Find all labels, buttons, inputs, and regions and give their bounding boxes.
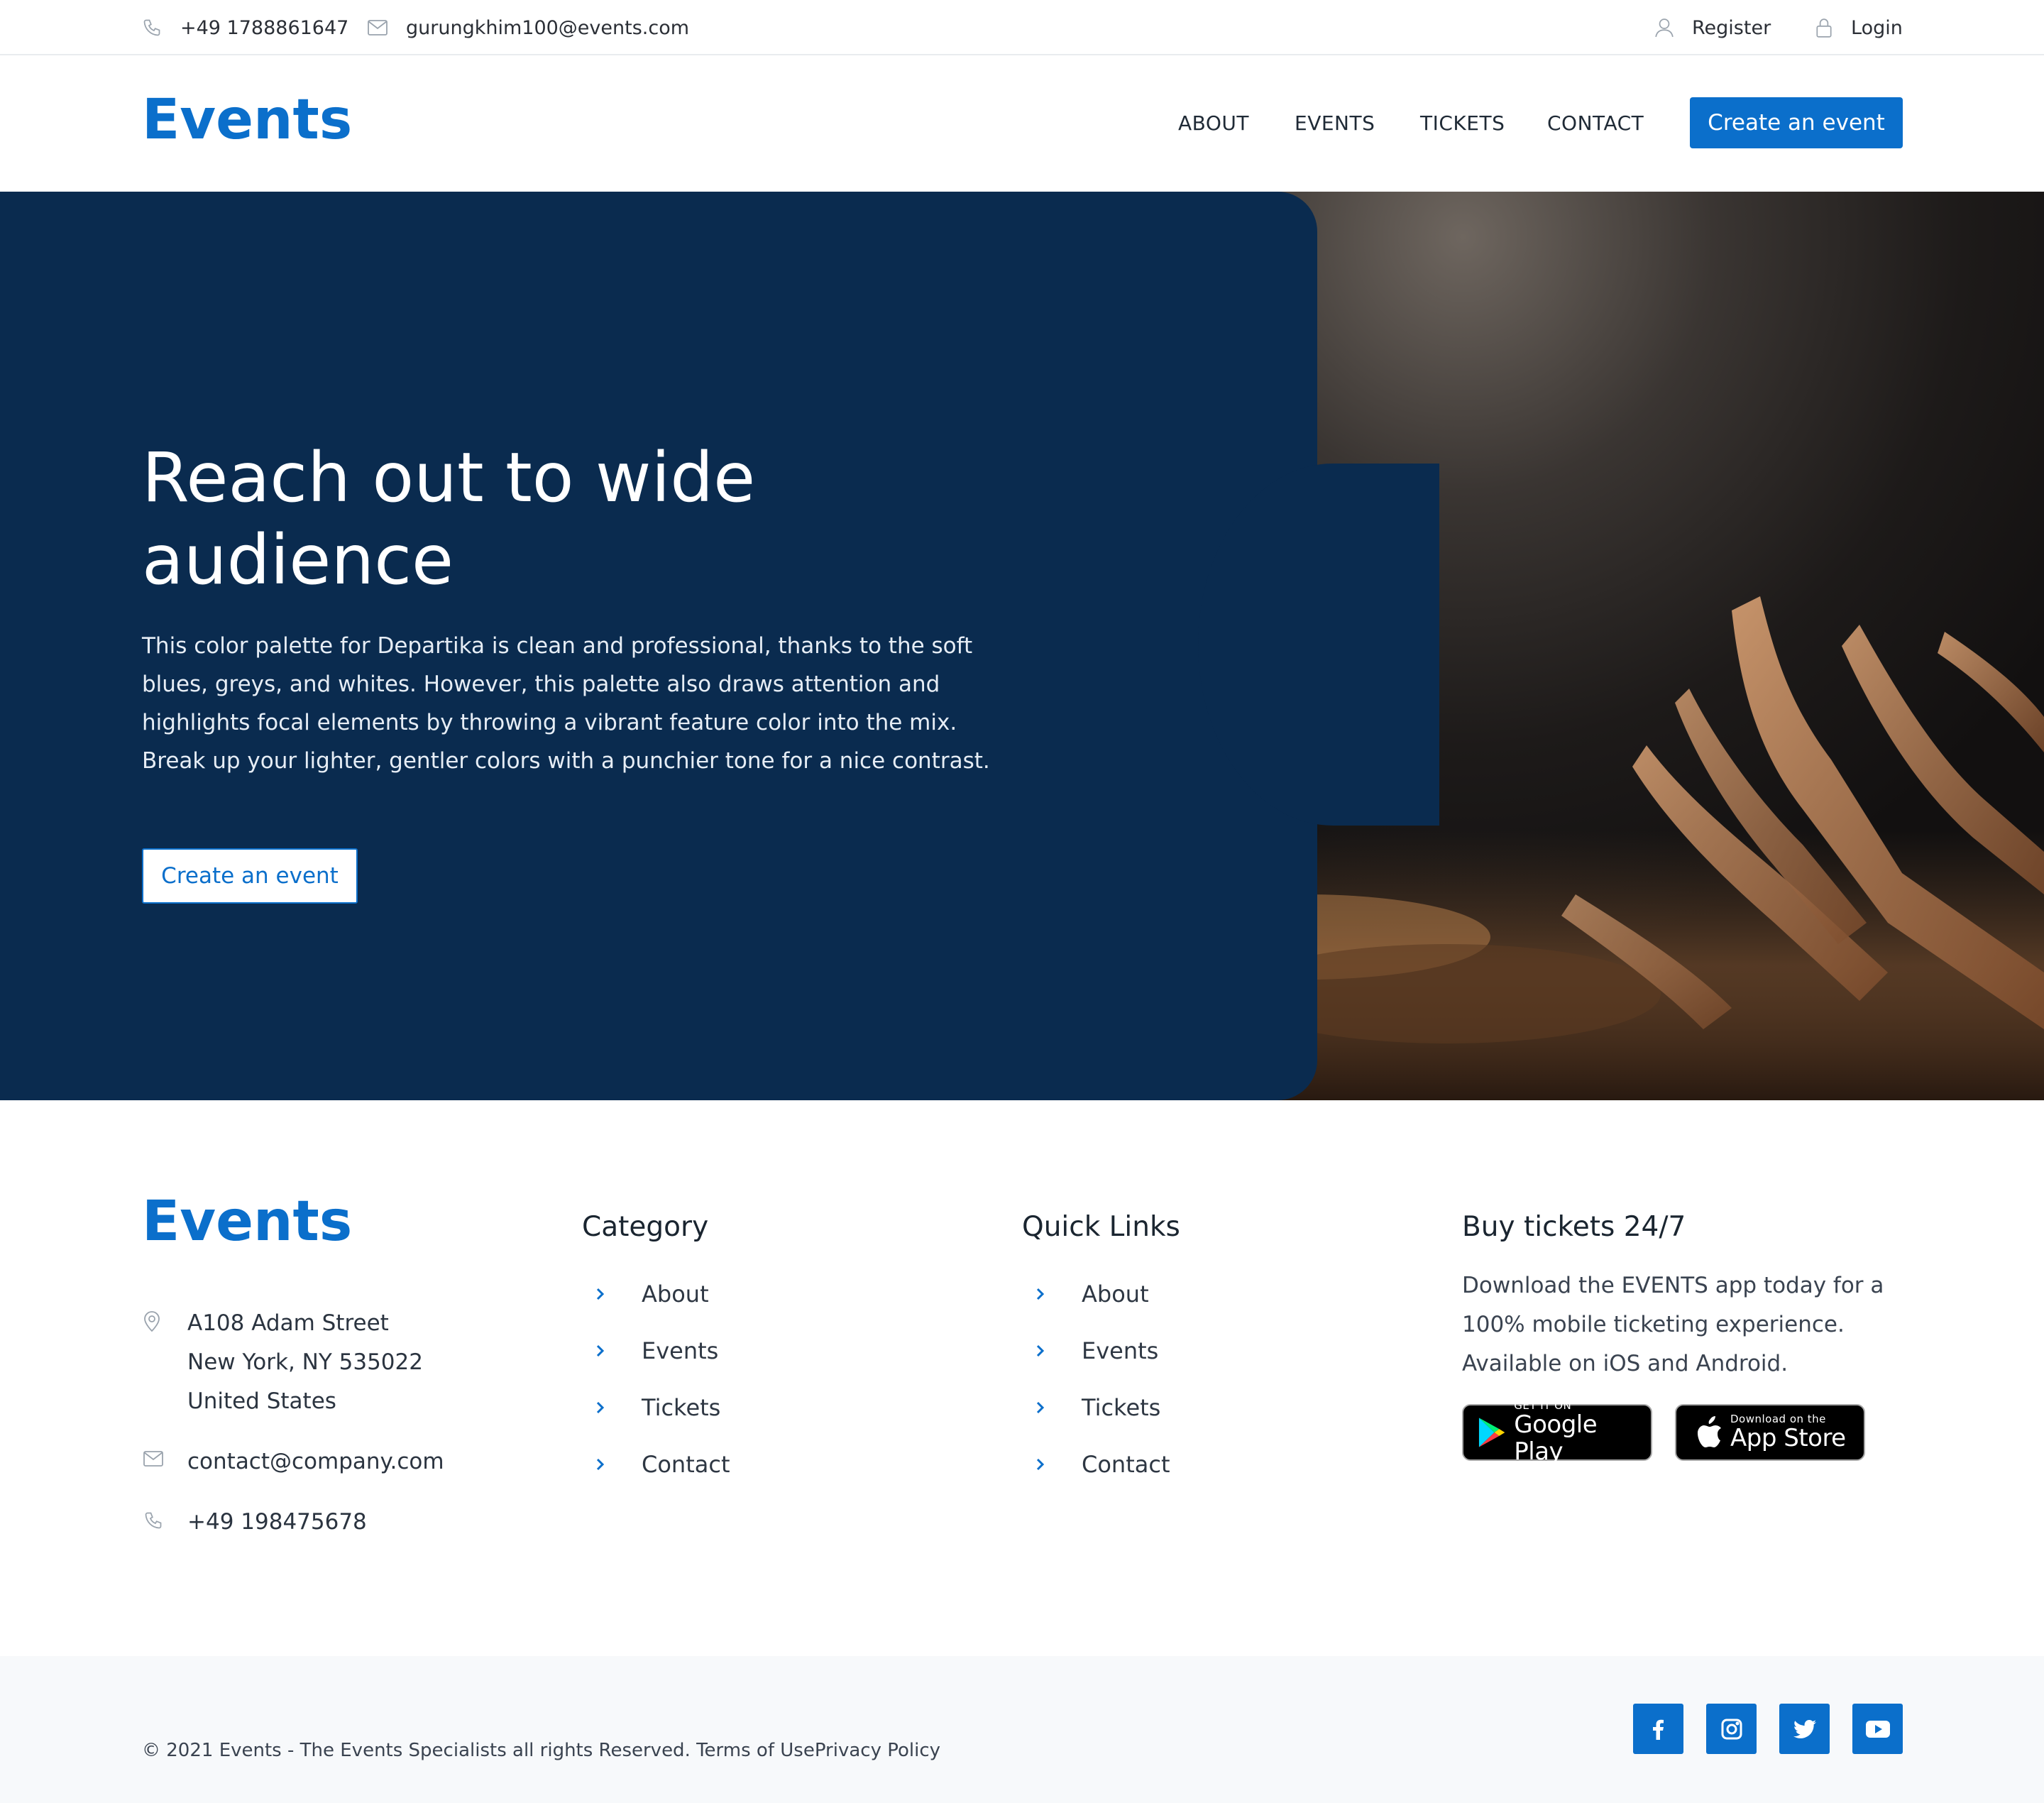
hero-description: This color palette for Departika is clea… bbox=[142, 633, 990, 774]
chevron-right-icon bbox=[596, 1288, 605, 1300]
quick-link-label: About bbox=[1082, 1281, 1149, 1308]
quick-link-about[interactable]: About bbox=[1033, 1281, 1149, 1308]
category-link-label: Events bbox=[642, 1337, 719, 1364]
buy-tickets-title: Buy tickets 24/7 bbox=[1462, 1211, 1686, 1243]
top-email[interactable]: gurungkhim100@events.com bbox=[368, 0, 689, 55]
google-play-big: Google Play bbox=[1514, 1410, 1598, 1466]
chevron-right-icon bbox=[1036, 1401, 1045, 1414]
chevron-right-icon bbox=[1036, 1288, 1045, 1300]
category-link-label: Contact bbox=[642, 1451, 730, 1478]
chevron-right-icon bbox=[596, 1401, 605, 1414]
copyright-text: © 2021 Events - The Events Specialists a… bbox=[142, 1740, 941, 1761]
mail-icon bbox=[368, 20, 388, 35]
chevron-right-icon bbox=[596, 1458, 605, 1471]
address-line1: A108 Adam Street bbox=[187, 1310, 389, 1336]
top-phone[interactable]: +49 1788861647 bbox=[142, 0, 348, 55]
footer-email[interactable]: contact@company.com bbox=[187, 1442, 444, 1481]
apple-icon bbox=[1698, 1416, 1721, 1447]
top-phone-text: +49 1788861647 bbox=[180, 16, 349, 39]
chevron-right-icon bbox=[1036, 1344, 1045, 1357]
hero-title: Reach out to wide audience bbox=[142, 437, 852, 601]
category-link-label: About bbox=[642, 1281, 709, 1308]
logo[interactable]: Events bbox=[142, 88, 352, 152]
chevron-right-icon bbox=[1036, 1458, 1045, 1471]
bottom-bar: © 2021 Events - The Events Specialists a… bbox=[0, 1656, 2044, 1803]
hero-title-line1: Reach out to wide bbox=[142, 438, 756, 517]
mail-icon bbox=[143, 1451, 163, 1467]
quick-link-events[interactable]: Events bbox=[1033, 1337, 1158, 1364]
top-email-text: gurungkhim100@events.com bbox=[406, 16, 690, 39]
instagram-icon bbox=[1721, 1719, 1742, 1739]
register-label: Register bbox=[1692, 16, 1771, 39]
create-event-button-nav[interactable]: Create an event bbox=[1690, 97, 1903, 148]
app-store-text: Download on the App Store bbox=[1730, 1413, 1846, 1452]
quick-link-label: Contact bbox=[1082, 1451, 1170, 1478]
facebook-button[interactable] bbox=[1633, 1704, 1683, 1754]
hero-title-line2: audience bbox=[142, 520, 454, 600]
nav-about[interactable]: ABOUT bbox=[1178, 55, 1249, 192]
quick-links-title: Quick Links bbox=[1022, 1211, 1180, 1243]
app-store-badge[interactable]: Download on the App Store bbox=[1675, 1404, 1865, 1461]
nav-events[interactable]: EVENTS bbox=[1295, 55, 1375, 192]
google-play-icon bbox=[1478, 1418, 1505, 1447]
top-bar: +49 1788861647 gurungkhim100@events.com … bbox=[0, 0, 2044, 55]
chevron-right-icon bbox=[596, 1344, 605, 1357]
create-event-button-hero[interactable]: Create an event bbox=[142, 848, 358, 904]
google-play-text: GET IT ON Google Play bbox=[1514, 1400, 1651, 1465]
address-line3: United States bbox=[187, 1388, 336, 1414]
login-label: Login bbox=[1851, 16, 1903, 39]
category-link-contact[interactable]: Contact bbox=[593, 1451, 730, 1478]
youtube-button[interactable] bbox=[1852, 1704, 1903, 1754]
youtube-icon bbox=[1865, 1720, 1890, 1738]
hero-section: Reach out to wide audience This color pa… bbox=[0, 192, 2044, 1100]
category-link-label: Tickets bbox=[642, 1394, 721, 1421]
google-play-badge[interactable]: GET IT ON Google Play bbox=[1462, 1400, 1652, 1465]
lock-icon bbox=[1816, 18, 1832, 38]
twitter-icon bbox=[1793, 1719, 1816, 1738]
category-link-tickets[interactable]: Tickets bbox=[593, 1394, 720, 1421]
instagram-button[interactable] bbox=[1706, 1704, 1757, 1754]
footer-address: A108 Adam Street New York, NY 535022 Uni… bbox=[187, 1304, 423, 1421]
footer-phone[interactable]: +49 198475678 bbox=[187, 1503, 367, 1542]
category-title: Category bbox=[582, 1211, 709, 1243]
user-icon bbox=[1655, 18, 1674, 38]
app-store-small: Download on the bbox=[1730, 1413, 1826, 1425]
category-link-about[interactable]: About bbox=[593, 1281, 709, 1308]
buy-tickets-text: Download the EVENTS app today for a 100%… bbox=[1462, 1273, 1884, 1376]
google-play-small: GET IT ON bbox=[1514, 1399, 1572, 1412]
twitter-button[interactable] bbox=[1779, 1704, 1830, 1754]
quick-link-label: Events bbox=[1082, 1337, 1159, 1364]
nav-contact[interactable]: CONTACT bbox=[1547, 55, 1644, 192]
address-line2: New York, NY 535022 bbox=[187, 1349, 423, 1375]
register-link[interactable]: Register bbox=[1655, 0, 1771, 55]
category-link-events[interactable]: Events bbox=[593, 1337, 718, 1364]
nav-tickets[interactable]: TICKETS bbox=[1420, 55, 1505, 192]
location-pin-icon bbox=[144, 1311, 160, 1332]
app-store-big: App Store bbox=[1730, 1424, 1846, 1452]
footer-logo[interactable]: Events bbox=[142, 1190, 352, 1254]
quick-link-contact[interactable]: Contact bbox=[1033, 1451, 1170, 1478]
login-link[interactable]: Login bbox=[1815, 0, 1903, 55]
quick-link-label: Tickets bbox=[1082, 1394, 1161, 1421]
phone-icon bbox=[143, 19, 160, 36]
facebook-icon bbox=[1652, 1719, 1664, 1740]
phone-icon bbox=[145, 1512, 162, 1529]
quick-link-tickets[interactable]: Tickets bbox=[1033, 1394, 1160, 1421]
